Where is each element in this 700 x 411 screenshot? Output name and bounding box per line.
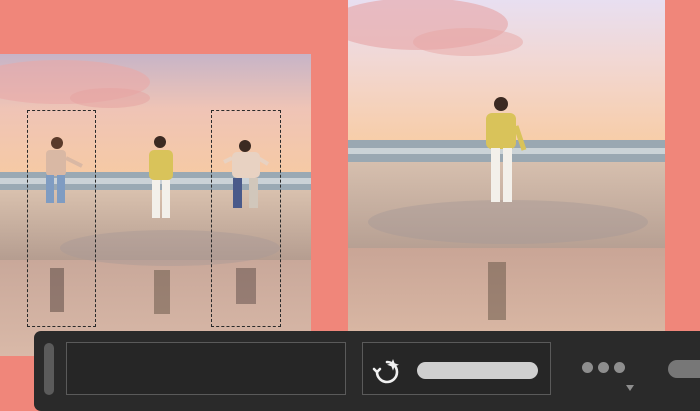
more-dot: [614, 362, 625, 373]
left-toolbar-panel[interactable]: [66, 342, 346, 395]
ai-tool-panel[interactable]: [362, 342, 551, 395]
right-toggle-pill[interactable]: [668, 360, 700, 378]
selection-box-left-person[interactable]: [27, 110, 96, 327]
more-dot: [582, 362, 593, 373]
after-photo-art: [348, 0, 665, 331]
intensity-slider[interactable]: [417, 362, 538, 379]
chevron-down-icon[interactable]: [626, 385, 634, 391]
selection-box-right-people[interactable]: [211, 110, 281, 327]
drag-handle[interactable]: [44, 343, 54, 395]
magic-sparkle-glyph: [372, 359, 399, 384]
after-photo: [348, 0, 665, 331]
more-dots-icon[interactable]: [582, 362, 625, 374]
bottom-toolbar: [34, 331, 700, 411]
more-dot: [598, 362, 609, 373]
magic-sparkle-icon[interactable]: [371, 354, 403, 386]
